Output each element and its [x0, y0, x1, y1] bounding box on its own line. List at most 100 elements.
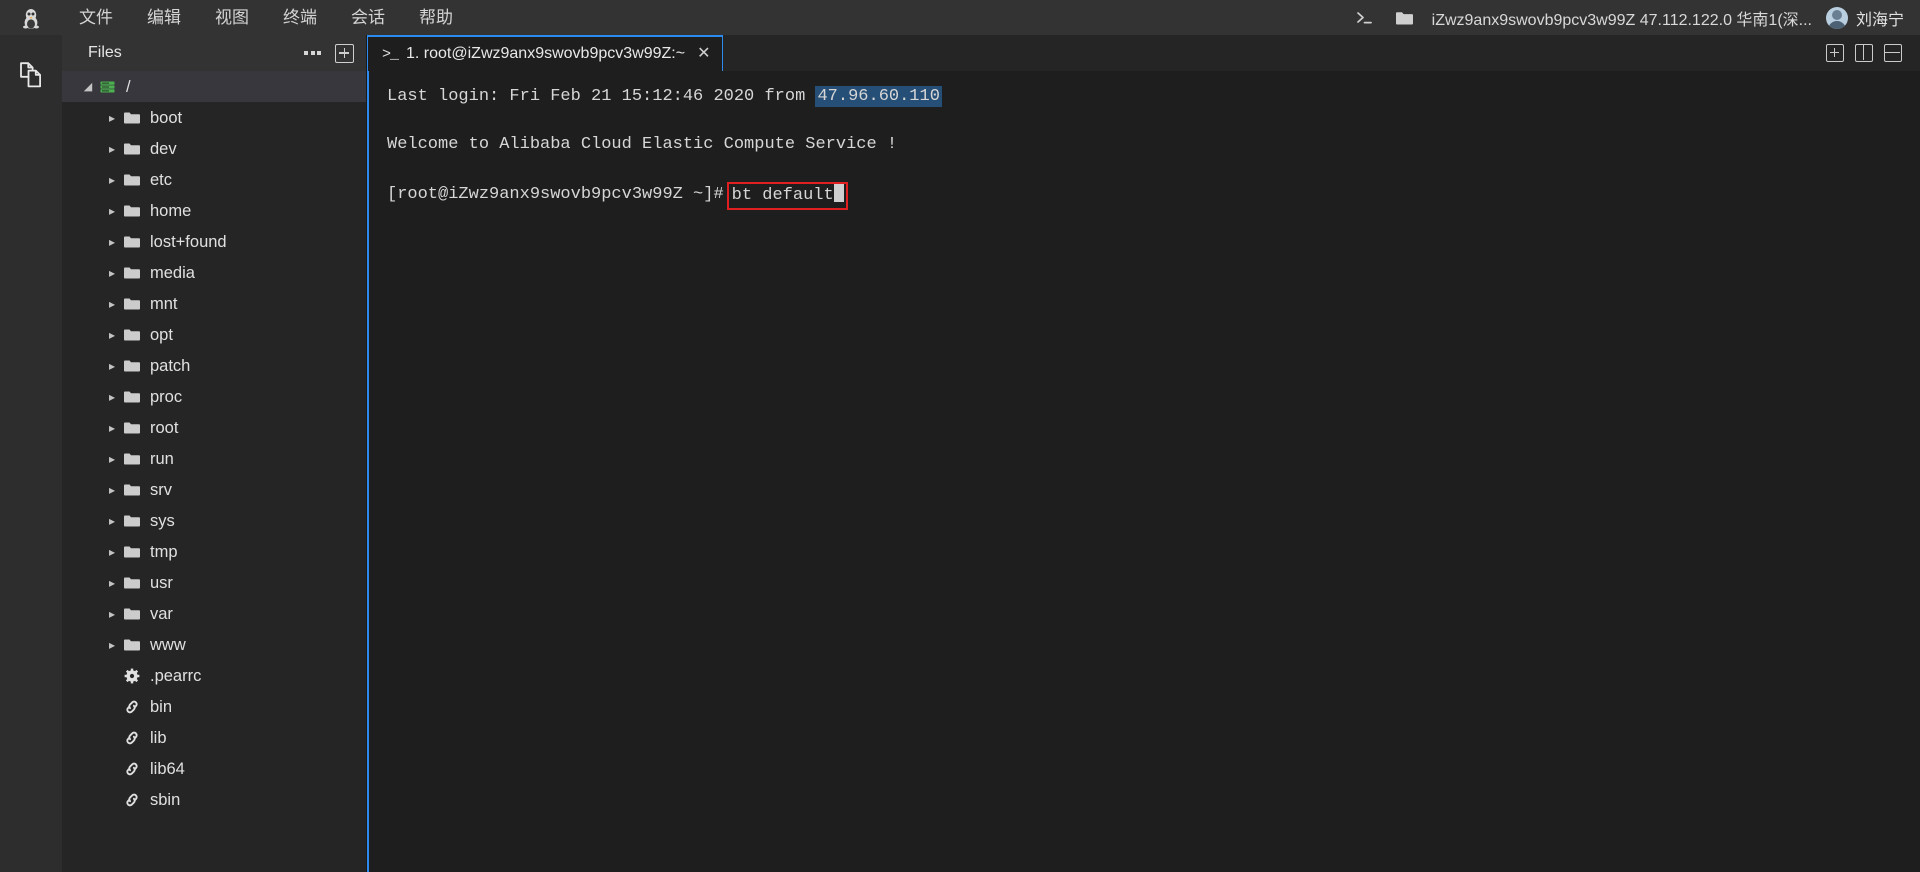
link-icon: [120, 761, 144, 777]
terminal-line-prompt: [root@iZwz9anx9swovb9pcv3w99Z ~]# bt defa…: [387, 181, 1920, 210]
menu-edit[interactable]: 编辑: [130, 2, 198, 34]
tree-row[interactable]: bin: [62, 691, 366, 722]
menubar: 文件 编辑 视图 终端 会话 帮助 iZwz9anx9swovb9pcv3w99…: [0, 0, 1920, 35]
chevron-right-icon[interactable]: ▸: [104, 483, 120, 497]
tree-row[interactable]: ▸ lost+found: [62, 226, 366, 257]
terminal-output[interactable]: Last login: Fri Feb 21 15:12:46 2020 fro…: [367, 71, 1920, 872]
tree-row[interactable]: ▸ patch: [62, 350, 366, 381]
tree-row[interactable]: sbin: [62, 784, 366, 815]
tree-row[interactable]: lib64: [62, 753, 366, 784]
tree-row[interactable]: ▸ home: [62, 195, 366, 226]
tree-row[interactable]: ▸ run: [62, 443, 366, 474]
chevron-right-icon[interactable]: ▸: [104, 576, 120, 590]
folder-icon: [120, 172, 144, 188]
menu-items: 文件 编辑 视图 终端 会话 帮助: [62, 2, 470, 34]
folder-icon: [120, 451, 144, 467]
chevron-right-icon[interactable]: ▸: [104, 421, 120, 435]
chevron-right-icon[interactable]: ▸: [104, 452, 120, 466]
tree-row[interactable]: ▸ boot: [62, 102, 366, 133]
menu-terminal[interactable]: 终端: [266, 2, 334, 34]
files-sidebar: Files ◢ / ▸ boot ▸ dev ▸ etc ▸ home ▸ lost+found ▸ me…: [62, 35, 367, 872]
prompt-icon[interactable]: [1352, 5, 1378, 31]
chevron-right-icon[interactable]: ▸: [104, 173, 120, 187]
close-icon[interactable]: ✕: [697, 46, 710, 62]
tree-row[interactable]: ▸ root: [62, 412, 366, 443]
chevron-right-icon[interactable]: ▸: [104, 514, 120, 528]
tree-row-label: proc: [150, 387, 183, 406]
tree-row[interactable]: ▸ www: [62, 629, 366, 660]
chevron-right-icon[interactable]: ▸: [104, 266, 120, 280]
terminal-line-last-login: Last login: Fri Feb 21 15:12:46 2020 fro…: [387, 85, 1920, 109]
server-icon: [96, 79, 120, 95]
folder-icon: [120, 513, 144, 529]
tree-row[interactable]: ▸ media: [62, 257, 366, 288]
terminal-tab-1[interactable]: >_ 1. root@iZwz9anx9swovb9pcv3w99Z:~ ✕: [367, 35, 724, 71]
terminal-panel: >_ 1. root@iZwz9anx9swovb9pcv3w99Z:~ ✕ L…: [367, 35, 1920, 872]
split-horizontal-button[interactable]: [1884, 44, 1902, 62]
chevron-right-icon[interactable]: ▸: [104, 142, 120, 156]
chevron-right-icon[interactable]: ▸: [104, 545, 120, 559]
add-icon[interactable]: [335, 43, 354, 63]
tree-row[interactable]: ▸ opt: [62, 319, 366, 350]
tree-row[interactable]: lib: [62, 722, 366, 753]
tree-row-label: .pearrc: [150, 666, 202, 685]
tree-row-label: lib: [150, 728, 167, 747]
tree-row-label: root: [150, 418, 179, 437]
chevron-right-icon[interactable]: ▸: [104, 297, 120, 311]
titlebar-right: iZwz9anx9swovb9pcv3w99Z 47.112.122.0 华南1…: [1352, 0, 1920, 35]
terminal-blank-line-2: [387, 157, 1920, 181]
tree-row-label: usr: [150, 573, 173, 592]
new-tab-button[interactable]: [1826, 44, 1844, 62]
folder-icon: [120, 637, 144, 653]
chevron-right-icon[interactable]: ▸: [104, 359, 120, 373]
linux-penguin-icon[interactable]: [0, 0, 62, 35]
tree-row-label: /: [126, 77, 131, 96]
link-icon: [120, 730, 144, 746]
menu-view[interactable]: 视图: [198, 2, 266, 34]
activity-files-icon[interactable]: [9, 53, 53, 97]
chevron-right-icon[interactable]: ▸: [104, 607, 120, 621]
chevron-right-icon[interactable]: ▸: [104, 390, 120, 404]
menu-help[interactable]: 帮助: [402, 2, 470, 34]
gear-icon: [120, 668, 144, 684]
chevron-right-icon[interactable]: ▸: [104, 204, 120, 218]
command-annotation-box: bt default: [726, 182, 848, 210]
menu-session[interactable]: 会话: [334, 2, 402, 34]
folder-icon: [120, 327, 144, 343]
tree-row[interactable]: ▸ etc: [62, 164, 366, 195]
menu-file[interactable]: 文件: [62, 2, 130, 34]
tree-row[interactable]: ▸ var: [62, 598, 366, 629]
tree-row[interactable]: ▸ sys: [62, 505, 366, 536]
sidebar-actions: [302, 43, 354, 63]
tree-row[interactable]: ▸ tmp: [62, 536, 366, 567]
tree-row-label: home: [150, 201, 192, 220]
last-login-ip: 47.96.60.110: [815, 86, 942, 107]
tree-row-label: sbin: [150, 790, 181, 809]
tree-row[interactable]: ▸ dev: [62, 133, 366, 164]
prompt-icon: >_: [382, 45, 399, 63]
tree-row[interactable]: ▸ mnt: [62, 288, 366, 319]
tree-row-label: sys: [150, 511, 175, 530]
folder-icon[interactable]: [1392, 5, 1418, 31]
more-options-icon[interactable]: [302, 47, 323, 59]
tree-row[interactable]: ▸ usr: [62, 567, 366, 598]
folder-icon: [120, 203, 144, 219]
tree-row[interactable]: ▸ srv: [62, 474, 366, 505]
folder-icon: [120, 389, 144, 405]
user-avatar-icon: [1825, 6, 1848, 29]
tree-row[interactable]: ▸ proc: [62, 381, 366, 412]
command-input[interactable]: bt default: [732, 186, 834, 205]
user-account[interactable]: 刘海宁: [1825, 6, 1904, 30]
split-vertical-button[interactable]: [1855, 44, 1873, 62]
chevron-right-icon[interactable]: ▸: [104, 328, 120, 342]
tree-row-root[interactable]: ◢ /: [62, 71, 366, 102]
chevron-right-icon[interactable]: ▸: [104, 111, 120, 125]
tree-row[interactable]: .pearrc: [62, 660, 366, 691]
folder-icon: [120, 575, 144, 591]
chevron-right-icon[interactable]: ▸: [104, 638, 120, 652]
chevron-down-icon[interactable]: ◢: [80, 80, 96, 93]
chevron-right-icon[interactable]: ▸: [104, 235, 120, 249]
file-tree[interactable]: ◢ / ▸ boot ▸ dev ▸ etc ▸ home ▸ lost+found ▸ media ▸ mn…: [62, 71, 366, 872]
folder-icon: [120, 544, 144, 560]
